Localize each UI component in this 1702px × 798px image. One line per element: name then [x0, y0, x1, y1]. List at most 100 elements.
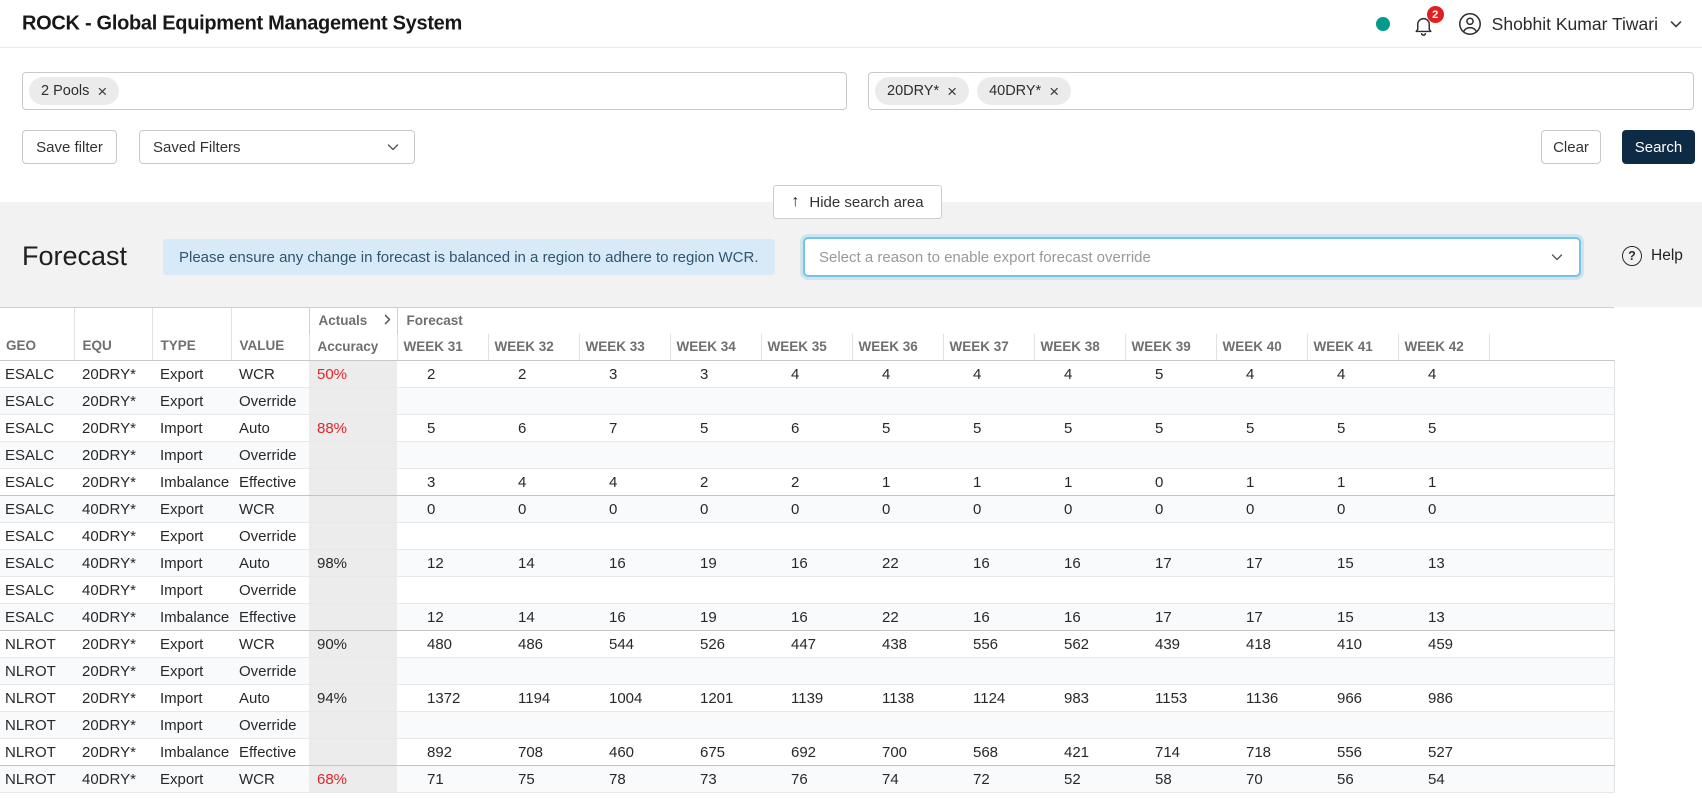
week-value-cell[interactable]: 22	[852, 604, 943, 631]
week-value-cell[interactable]: 17	[1125, 550, 1216, 577]
week-value-cell[interactable]: 16	[761, 604, 852, 631]
remove-chip-icon[interactable]: ×	[97, 83, 107, 100]
week-value-cell[interactable]	[761, 523, 852, 550]
week-value-cell[interactable]	[761, 442, 852, 469]
week-value-cell[interactable]: 16	[943, 550, 1034, 577]
week-value-cell[interactable]	[852, 577, 943, 604]
week-value-cell[interactable]	[1398, 577, 1489, 604]
week-value-cell[interactable]: 1139	[761, 685, 852, 712]
week-value-cell[interactable]	[397, 712, 488, 739]
week-value-cell[interactable]	[488, 712, 579, 739]
week-value-cell[interactable]: 12	[397, 550, 488, 577]
week-value-cell[interactable]: 0	[1034, 496, 1125, 523]
week-value-cell[interactable]: 2	[488, 361, 579, 388]
week-value-cell[interactable]	[943, 388, 1034, 415]
week-value-cell[interactable]: 983	[1034, 685, 1125, 712]
week-value-cell[interactable]: 78	[579, 766, 670, 793]
week-value-cell[interactable]: 5	[670, 415, 761, 442]
week-value-cell[interactable]	[852, 712, 943, 739]
week-value-cell[interactable]	[1307, 577, 1398, 604]
week-value-cell[interactable]	[1216, 712, 1307, 739]
week-value-cell[interactable]: 15	[1307, 550, 1398, 577]
week-value-cell[interactable]	[852, 658, 943, 685]
week-value-cell[interactable]: 72	[943, 766, 1034, 793]
week-value-cell[interactable]	[943, 577, 1034, 604]
week-value-cell[interactable]: 2	[397, 361, 488, 388]
week-value-cell[interactable]: 700	[852, 739, 943, 766]
week-value-cell[interactable]: 15	[1307, 604, 1398, 631]
week-value-cell[interactable]: 56	[1307, 766, 1398, 793]
week-value-cell[interactable]: 0	[397, 496, 488, 523]
week-value-cell[interactable]	[1216, 658, 1307, 685]
week-value-cell[interactable]: 527	[1398, 739, 1489, 766]
week-value-cell[interactable]	[397, 523, 488, 550]
week-value-cell[interactable]: 0	[1307, 496, 1398, 523]
week-value-cell[interactable]: 675	[670, 739, 761, 766]
week-value-cell[interactable]: 1	[852, 469, 943, 496]
week-value-cell[interactable]: 16	[1034, 604, 1125, 631]
week-value-cell[interactable]: 5	[852, 415, 943, 442]
week-value-cell[interactable]	[1125, 658, 1216, 685]
week-value-cell[interactable]: 718	[1216, 739, 1307, 766]
week-value-cell[interactable]: 0	[488, 496, 579, 523]
week-value-cell[interactable]	[1034, 658, 1125, 685]
week-value-cell[interactable]: 3	[670, 361, 761, 388]
week-value-cell[interactable]	[670, 523, 761, 550]
week-value-cell[interactable]	[852, 442, 943, 469]
week-value-cell[interactable]: 556	[1307, 739, 1398, 766]
week-value-cell[interactable]: 52	[1034, 766, 1125, 793]
week-value-cell[interactable]: 5	[397, 415, 488, 442]
week-value-cell[interactable]	[1034, 442, 1125, 469]
week-value-cell[interactable]	[1216, 577, 1307, 604]
week-value-cell[interactable]: 556	[943, 631, 1034, 658]
week-value-cell[interactable]: 17	[1125, 604, 1216, 631]
equipment-filter-input[interactable]: 20DRY*×40DRY*×	[868, 72, 1694, 110]
week-value-cell[interactable]	[1307, 442, 1398, 469]
week-value-cell[interactable]	[397, 442, 488, 469]
week-value-cell[interactable]	[488, 658, 579, 685]
week-value-cell[interactable]	[1307, 658, 1398, 685]
week-value-cell[interactable]	[397, 388, 488, 415]
week-value-cell[interactable]	[1034, 523, 1125, 550]
week-value-cell[interactable]	[761, 658, 852, 685]
week-value-cell[interactable]: 4	[943, 361, 1034, 388]
week-value-cell[interactable]	[852, 523, 943, 550]
week-value-cell[interactable]: 4	[852, 361, 943, 388]
week-value-cell[interactable]: 19	[670, 550, 761, 577]
week-value-cell[interactable]	[943, 442, 1034, 469]
week-value-cell[interactable]: 0	[852, 496, 943, 523]
week-value-cell[interactable]	[488, 442, 579, 469]
week-value-cell[interactable]: 16	[761, 550, 852, 577]
week-value-cell[interactable]: 7	[579, 415, 670, 442]
equipment-chip[interactable]: 40DRY*×	[977, 77, 1071, 105]
week-value-cell[interactable]	[1216, 442, 1307, 469]
week-value-cell[interactable]: 5	[1125, 415, 1216, 442]
pools-chip[interactable]: 2 Pools×	[29, 77, 119, 105]
week-value-cell[interactable]	[579, 523, 670, 550]
week-value-cell[interactable]: 4	[1216, 361, 1307, 388]
help-button[interactable]: ? Help	[1622, 246, 1683, 266]
week-value-cell[interactable]	[1307, 712, 1398, 739]
week-value-cell[interactable]: 16	[579, 604, 670, 631]
week-value-cell[interactable]	[1034, 577, 1125, 604]
week-value-cell[interactable]	[943, 523, 1034, 550]
override-reason-select[interactable]: Select a reason to enable export forecas…	[803, 237, 1581, 277]
chevron-down-icon[interactable]	[1668, 16, 1684, 32]
week-value-cell[interactable]: 4	[761, 361, 852, 388]
week-value-cell[interactable]: 1201	[670, 685, 761, 712]
week-value-cell[interactable]: 13	[1398, 550, 1489, 577]
week-value-cell[interactable]: 16	[943, 604, 1034, 631]
week-value-cell[interactable]: 1372	[397, 685, 488, 712]
week-value-cell[interactable]: 460	[579, 739, 670, 766]
search-button[interactable]: Search	[1622, 130, 1695, 164]
remove-chip-icon[interactable]: ×	[947, 83, 957, 100]
week-value-cell[interactable]	[761, 712, 852, 739]
week-value-cell[interactable]	[670, 388, 761, 415]
week-value-cell[interactable]	[1125, 442, 1216, 469]
week-value-cell[interactable]: 1138	[852, 685, 943, 712]
week-value-cell[interactable]: 966	[1307, 685, 1398, 712]
week-value-cell[interactable]: 19	[670, 604, 761, 631]
week-value-cell[interactable]	[1216, 523, 1307, 550]
week-value-cell[interactable]: 14	[488, 550, 579, 577]
week-value-cell[interactable]	[761, 388, 852, 415]
